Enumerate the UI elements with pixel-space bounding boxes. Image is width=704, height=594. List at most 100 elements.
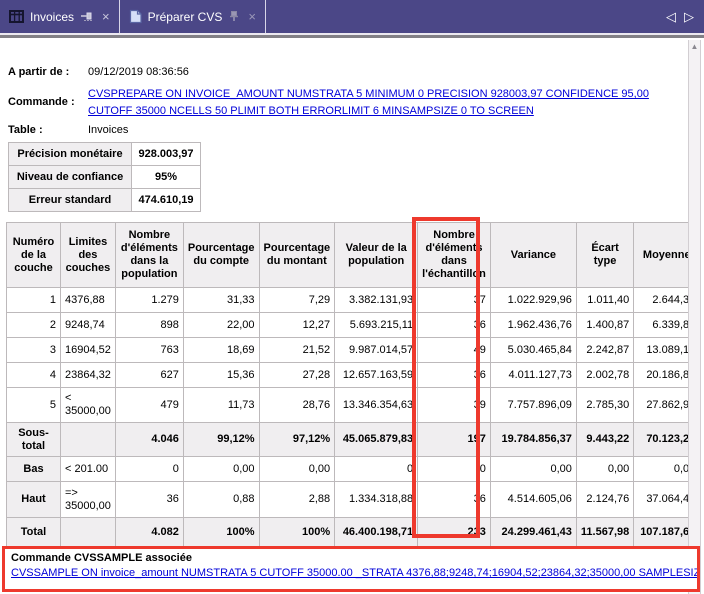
- col-header: Limites des couches: [61, 223, 116, 288]
- cell: 763: [115, 338, 183, 363]
- cell: 7.757.896,09: [490, 388, 576, 423]
- pin-icon[interactable]: [80, 11, 94, 23]
- table-row: 4 23864,32 627 15,36 27,28 12.657.163,59…: [7, 363, 700, 388]
- summary-label: Précision monétaire: [9, 143, 132, 166]
- strata-table: Numéro de la couche Limites des couches …: [6, 222, 700, 548]
- stratum-number: 3: [7, 338, 61, 363]
- row-label: Sous-total: [7, 423, 61, 457]
- table-value: Invoices: [88, 124, 128, 136]
- cell: 0,00: [576, 457, 633, 482]
- cell: 4.011.127,73: [490, 363, 576, 388]
- stratum-limit: 16904,52: [61, 338, 116, 363]
- from-value: 09/12/2019 08:36:56: [88, 66, 189, 78]
- row-label: Total: [7, 518, 61, 548]
- table-row: 2 9248,74 898 22,00 12,27 5.693.215,11 3…: [7, 313, 700, 338]
- cell: 5.030.465,84: [490, 338, 576, 363]
- cell: 7,29: [259, 288, 335, 313]
- cell: 19.784.856,37: [490, 423, 576, 457]
- cell: 18,69: [183, 338, 259, 363]
- cell: 0: [115, 457, 183, 482]
- summary-label: Niveau de confiance: [9, 166, 132, 189]
- cell: 233: [418, 518, 491, 548]
- cell: 49: [418, 338, 491, 363]
- cell: < 201.00: [61, 457, 116, 482]
- cvssample-command-link[interactable]: CVSSAMPLE ON invoice_amount NUMSTRATA 5 …: [11, 567, 691, 579]
- tab-scroll-left-icon[interactable]: ◁: [666, 9, 676, 25]
- cell: 5.693.215,11: [335, 313, 418, 338]
- stratum-limit: < 35000,00: [61, 388, 116, 423]
- cell: 2.785,30: [576, 388, 633, 423]
- cell: 36: [418, 313, 491, 338]
- stratum-number: 2: [7, 313, 61, 338]
- tabbar-divider: [0, 33, 704, 40]
- results-window: Invoices × Préparer CVS: [0, 0, 704, 594]
- cell: 28,76: [259, 388, 335, 423]
- cell: 1.400,87: [576, 313, 633, 338]
- cell: 12,27: [259, 313, 335, 338]
- stratum-number: 5: [7, 388, 61, 423]
- low-bound-row: Bas < 201.00 0 0,00 0,00 0 0 0,00 0,00 0…: [7, 457, 700, 482]
- cell: 1.334.318,88: [335, 482, 418, 518]
- row-label: Haut: [7, 482, 61, 518]
- table-row: Erreur standard 474.610,19: [9, 189, 201, 212]
- scroll-up-icon[interactable]: ▲: [689, 40, 700, 54]
- tab-bar: Invoices × Préparer CVS: [0, 0, 704, 33]
- summary-label: Erreur standard: [9, 189, 132, 212]
- summary-value: 474.610,19: [132, 189, 201, 212]
- cell: 2,88: [259, 482, 335, 518]
- cell: 37: [418, 288, 491, 313]
- cell: 479: [115, 388, 183, 423]
- cell: 9.443,22: [576, 423, 633, 457]
- cell: 1.279: [115, 288, 183, 313]
- stratum-limit: 23864,32: [61, 363, 116, 388]
- close-icon[interactable]: ×: [248, 10, 256, 23]
- cell: 0: [418, 457, 491, 482]
- cell: 0: [335, 457, 418, 482]
- cell: 36: [115, 482, 183, 518]
- cell: 100%: [259, 518, 335, 548]
- cell: 27,28: [259, 363, 335, 388]
- cell: 99,12%: [183, 423, 259, 457]
- col-header: Valeur de la population: [335, 223, 418, 288]
- tab-invoices-label: Invoices: [30, 10, 74, 24]
- tab-preparer-cvs[interactable]: Préparer CVS ×: [120, 0, 265, 33]
- cell: 97,12%: [259, 423, 335, 457]
- cvssample-command-box: Commande CVSSAMPLE associée CVSSAMPLE ON…: [2, 546, 700, 592]
- cell: 1.962.436,76: [490, 313, 576, 338]
- row-label: Bas: [7, 457, 61, 482]
- vertical-scrollbar[interactable]: ▲: [688, 40, 701, 594]
- stratum-number: 4: [7, 363, 61, 388]
- pin-icon-pinned[interactable]: [228, 10, 240, 23]
- close-icon[interactable]: ×: [102, 10, 110, 23]
- cell: 2.002,78: [576, 363, 633, 388]
- tab-invoices[interactable]: Invoices ×: [0, 0, 119, 33]
- col-header: Pourcentage du montant: [259, 223, 335, 288]
- cell: 0,00: [183, 457, 259, 482]
- command-label: Commande :: [8, 96, 75, 108]
- cell: 11.567,98: [576, 518, 633, 548]
- cell: 36: [418, 482, 491, 518]
- subtotal-row: Sous-total 4.046 99,12% 97,12% 45.065.87…: [7, 423, 700, 457]
- total-row: Total 4.082 100% 100% 46.400.198,71 233 …: [7, 518, 700, 548]
- tab-scroll-right-icon[interactable]: ▷: [684, 9, 694, 25]
- cell: 12.657.163,59: [335, 363, 418, 388]
- stratum-limit: 4376,88: [61, 288, 116, 313]
- cell: 36: [418, 363, 491, 388]
- from-label: A partir de :: [8, 66, 69, 78]
- cvsprepare-command-link[interactable]: CVSPREPARE ON INVOICE_AMOUNT NUMSTRATA 5…: [88, 88, 649, 117]
- summary-table: Précision monétaire 928.003,97 Niveau de…: [8, 142, 201, 212]
- command-link-wrap: CVSPREPARE ON INVOICE_AMOUNT NUMSTRATA 5…: [88, 85, 666, 119]
- cell: 11,73: [183, 388, 259, 423]
- table-row: 3 16904,52 763 18,69 21,52 9.987.014,57 …: [7, 338, 700, 363]
- col-header: Nombre d'éléments dans l'échantillon: [418, 223, 491, 288]
- cell: 3.382.131,93: [335, 288, 418, 313]
- cvssample-title: Commande CVSSAMPLE associée: [11, 552, 691, 564]
- document-icon: [129, 9, 142, 24]
- table-row: Niveau de confiance 95%: [9, 166, 201, 189]
- cell: 0,00: [259, 457, 335, 482]
- cell: [61, 423, 116, 457]
- cell: 39: [418, 388, 491, 423]
- strata-header-row: Numéro de la couche Limites des couches …: [7, 223, 700, 288]
- cell: 2.124,76: [576, 482, 633, 518]
- tab-preparer-cvs-label: Préparer CVS: [148, 10, 223, 24]
